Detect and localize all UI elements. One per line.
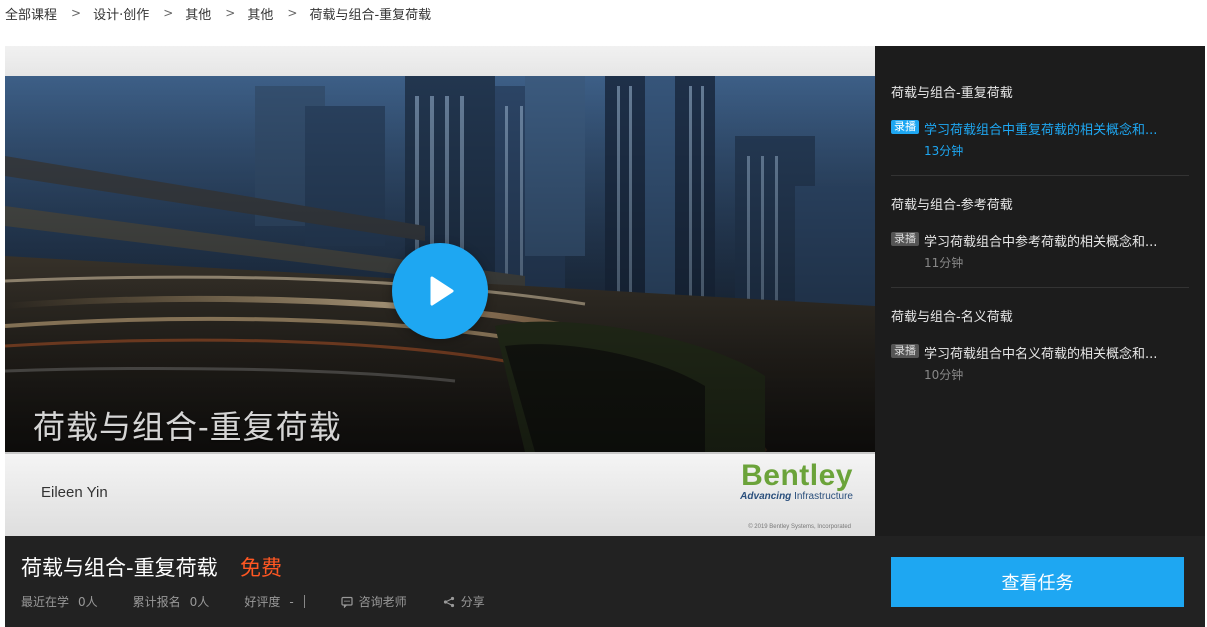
recorded-badge: 录播 <box>891 232 919 246</box>
recorded-badge: 录播 <box>891 344 919 358</box>
brand-name: Bentley <box>741 459 853 492</box>
course-player: 荷载与组合-重复荷载 Eileen Yin Bentley Advancing … <box>5 46 1205 627</box>
brand-tagline-rest: Infrastructure <box>791 491 853 502</box>
stat-label: 最近在学 <box>21 595 70 609</box>
lesson-item[interactable]: 录播 学习荷载组合中参考荷载的相关概念和... 11分钟 <box>891 231 1189 271</box>
stat-label: 好评度 <box>244 595 281 609</box>
share-icon <box>443 596 454 607</box>
chat-icon <box>341 596 353 608</box>
stat-label: 累计报名 <box>132 595 181 609</box>
stat-recent-learners: 最近在学 0人 <box>21 593 98 610</box>
breadcrumb-design[interactable]: 设计·创作 <box>93 4 149 23</box>
video-player[interactable]: 荷载与组合-重复荷载 Eileen Yin Bentley Advancing … <box>5 46 875 536</box>
lesson-title: 学习荷载组合中参考荷载的相关概念和... <box>924 235 1158 250</box>
section-title: 荷载与组合-名义荷载 <box>891 310 1013 325</box>
lesson-duration: 13分钟 <box>924 144 964 158</box>
playlist-section: 荷载与组合-参考荷载 录播 学习荷载组合中参考荷载的相关概念和... 11分钟 <box>891 176 1189 288</box>
divider <box>303 595 305 608</box>
brand-tagline: Advancing Infrastructure <box>740 491 853 502</box>
stat-value: 0人 <box>189 595 210 609</box>
bentley-logo: Bentley Advancing Infrastructure <box>740 459 853 503</box>
slide-footer: Eileen Yin Bentley Advancing Infrastruct… <box>5 452 875 536</box>
breadcrumb-other-sub[interactable]: 其他 <box>247 4 273 23</box>
playlist-section: 荷载与组合-重复荷载 录播 学习荷载组合中重复荷载的相关概念和... 13分钟 <box>891 46 1189 176</box>
share-label: 分享 <box>460 595 485 609</box>
course-info-bar: 荷载与组合-重复荷载 免费 最近在学 0人 累计报名 0人 好评度- 咨询老师 <box>5 536 1205 627</box>
slide-top-bar <box>5 46 875 76</box>
play-button[interactable] <box>392 243 488 339</box>
lesson-title: 学习荷载组合中重复荷载的相关概念和... <box>924 123 1158 138</box>
lesson-title: 学习荷载组合中名义荷载的相关概念和... <box>924 347 1158 362</box>
lesson-duration: 11分钟 <box>924 256 964 270</box>
slide-title: 荷载与组合-重复荷载 <box>33 409 342 445</box>
chevron-right-icon: > <box>287 6 298 20</box>
breadcrumb: 全部课程 > 设计·创作 > 其他 > 其他 > 荷载与组合-重复荷载 <box>5 3 431 23</box>
price-label: 免费 <box>240 556 282 580</box>
breadcrumb-other[interactable]: 其他 <box>185 4 211 23</box>
recorded-badge: 录播 <box>891 120 919 134</box>
breadcrumb-all-courses[interactable]: 全部课程 <box>5 4 57 23</box>
stat-value: 0人 <box>78 595 98 609</box>
chevron-right-icon: > <box>163 6 174 20</box>
share-button[interactable]: 分享 <box>443 593 485 610</box>
playlist-section: 荷载与组合-名义荷载 录播 学习荷载组合中名义荷载的相关概念和... 10分钟 <box>891 288 1189 399</box>
play-icon <box>430 276 454 306</box>
lesson-duration: 10分钟 <box>924 368 964 382</box>
consult-teacher-button[interactable]: 咨询老师 <box>341 593 407 610</box>
view-tasks-button[interactable]: 查看任务 <box>891 557 1184 607</box>
section-title: 荷载与组合-参考荷载 <box>891 198 1013 213</box>
lesson-item[interactable]: 录播 学习荷载组合中名义荷载的相关概念和... 10分钟 <box>891 343 1189 383</box>
course-title: 荷载与组合-重复荷载 <box>21 556 218 580</box>
brand-tagline-bold: Advancing <box>740 491 792 502</box>
lesson-playlist: 荷载与组合-重复荷载 录播 学习荷载组合中重复荷载的相关概念和... 13分钟 … <box>875 46 1205 536</box>
section-title: 荷载与组合-重复荷载 <box>891 86 1013 101</box>
breadcrumb-current: 荷载与组合-重复荷载 <box>309 7 432 23</box>
lesson-item-active[interactable]: 录播 学习荷载组合中重复荷载的相关概念和... 13分钟 <box>891 119 1189 159</box>
stat-value: - <box>289 595 294 609</box>
stat-total-enrolled: 累计报名 0人 <box>133 593 210 610</box>
presenter-name: Eileen Yin <box>41 484 108 501</box>
chevron-right-icon: > <box>225 6 236 20</box>
course-stats: 最近在学 0人 累计报名 0人 好评度 - 咨询老师 分享 <box>21 593 521 610</box>
stat-rating: 好评度 - <box>244 593 293 610</box>
chevron-right-icon: > <box>71 6 82 20</box>
copyright-text: © 2019 Bentley Systems, Incorporated <box>748 524 851 530</box>
consult-teacher-label: 咨询老师 <box>358 595 407 609</box>
